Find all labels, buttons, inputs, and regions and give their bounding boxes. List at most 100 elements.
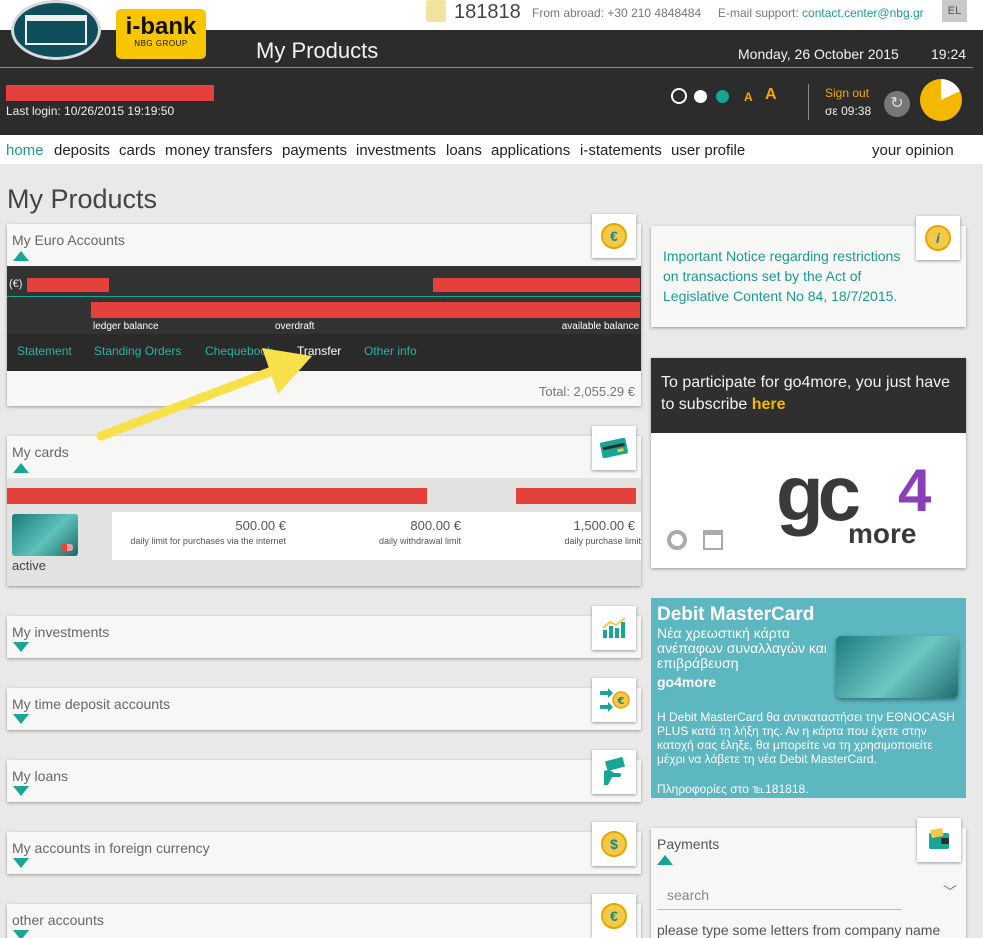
expand-caret-icon[interactable]: [13, 930, 29, 938]
overdraft-label: overdraft: [275, 321, 315, 332]
bank-building-icon: [25, 15, 87, 45]
calendar-icon[interactable]: [703, 530, 723, 550]
other-accounts-title[interactable]: other accounts: [12, 912, 104, 928]
standing-orders-link[interactable]: Standing Orders: [94, 344, 181, 358]
withdrawal-limit-value: 800.00 €: [410, 518, 461, 533]
refresh-session-icon[interactable]: ↻: [884, 91, 910, 117]
expand-caret-icon[interactable]: [13, 858, 29, 868]
theme-teal-option[interactable]: [716, 90, 729, 103]
promo-info: Πληροφορίες στο ℡181818.: [657, 782, 809, 796]
collapse-caret-icon[interactable]: [657, 855, 673, 865]
info-icon: i: [925, 225, 951, 251]
euro-coin-icon: €: [601, 903, 627, 929]
go4more-panel: To participate for go4more, you just hav…: [651, 358, 966, 568]
email-support: E-mail support: contact.center@nbg.gr: [718, 6, 924, 20]
support-phone: 181818: [454, 1, 521, 23]
go4more-logo-more: more: [848, 518, 917, 549]
nav-home[interactable]: home: [6, 142, 44, 159]
sign-out-link[interactable]: Sign out: [825, 86, 869, 100]
account-actions: Statement Standing Orders Chequebook Tra…: [7, 334, 641, 371]
nav-i-statements[interactable]: i-statements: [580, 142, 662, 159]
purchase-limit-label: daily purchase limit: [564, 536, 641, 546]
internet-limit-value: 500.00 €: [235, 518, 286, 533]
header-divider: [0, 67, 973, 68]
go4more-banner: To participate for go4more, you just hav…: [651, 358, 966, 433]
abroad-number: +30 210 4848484: [607, 6, 702, 20]
investments-panel[interactable]: My investments: [7, 616, 641, 658]
page-title: My Products: [256, 38, 379, 63]
nav-deposits[interactable]: deposits: [54, 142, 110, 159]
promo-subtitle: Νέα χρεωστική κάρτα ανέπαφων συναλλαγών …: [657, 625, 827, 671]
nav-cards[interactable]: cards: [119, 142, 156, 159]
withdrawal-limit-label: daily withdrawal limit: [378, 536, 461, 546]
cards-title[interactable]: My cards: [12, 444, 69, 460]
support-email-link[interactable]: contact.center@nbg.gr: [802, 6, 924, 20]
email-label: E-mail support:: [718, 6, 799, 20]
nav-money-transfers[interactable]: money transfers: [165, 142, 273, 159]
internet-limit-label: daily limit for purchases via the intern…: [130, 536, 286, 546]
foreign-currency-panel[interactable]: My accounts in foreign currency: [7, 832, 641, 874]
payments-title[interactable]: Payments: [657, 836, 719, 852]
collapse-caret-icon[interactable]: [13, 251, 29, 261]
abroad-label: From abroad:: [532, 6, 605, 20]
language-switch-button[interactable]: EL: [942, 0, 967, 22]
time-deposit-icon: €: [600, 688, 630, 712]
abroad-phone: From abroad: +30 210 4848484: [532, 6, 701, 20]
card-limits: 500.00 € daily limit for purchases via t…: [112, 512, 641, 560]
payments-hint: please type some letters from company na…: [657, 922, 941, 938]
promo-card-image: [836, 636, 958, 698]
time-deposit-panel[interactable]: My time deposit accounts: [7, 688, 641, 730]
chevron-down-icon[interactable]: ﹀: [943, 882, 957, 902]
expand-caret-icon[interactable]: [13, 786, 29, 796]
go4more-subscribe-link[interactable]: here: [752, 396, 786, 413]
available-balance-label: available balance: [561, 321, 639, 332]
collapse-caret-icon[interactable]: [13, 463, 29, 473]
theme-dark-option[interactable]: [671, 88, 687, 104]
redacted-account-name: [433, 278, 640, 292]
session-timer-pie: [920, 79, 962, 121]
card-image[interactable]: [12, 514, 78, 556]
investments-title[interactable]: My investments: [12, 624, 109, 640]
accounts-total: Total: 2,055.29 €: [538, 384, 635, 399]
nav-your-opinion[interactable]: your opinion: [872, 142, 954, 159]
loans-icon-box: [592, 750, 636, 794]
statement-link[interactable]: Statement: [17, 344, 72, 358]
theme-light-option[interactable]: [694, 90, 707, 103]
debit-mastercard-promo[interactable]: Debit MasterCard Νέα χρεωστική κάρτα ανέ…: [651, 598, 966, 798]
nav-applications[interactable]: applications: [491, 142, 570, 159]
nav-loans[interactable]: loans: [446, 142, 482, 159]
other-accounts-panel[interactable]: other accounts: [7, 904, 641, 938]
important-notice-link[interactable]: Important Notice regarding restrictions …: [663, 246, 913, 306]
nav-investments[interactable]: investments: [356, 142, 436, 159]
euro-accounts-title[interactable]: My Euro Accounts: [12, 232, 125, 248]
redacted-card-number[interactable]: [7, 488, 427, 504]
payments-search-input[interactable]: [657, 880, 902, 910]
promo-brand: go4more: [657, 674, 717, 690]
expand-caret-icon[interactable]: [13, 642, 29, 652]
chequebook-link[interactable]: Chequebook: [205, 344, 273, 358]
header-separator: [808, 84, 809, 120]
ibank-logo-subtext: NBG GROUP: [134, 39, 188, 48]
foreign-currency-title[interactable]: My accounts in foreign currency: [12, 840, 210, 856]
other-info-link[interactable]: Other info: [364, 344, 417, 358]
ibank-logo[interactable]: i-bank NBG GROUP: [116, 9, 206, 59]
loans-title[interactable]: My loans: [12, 768, 68, 784]
info-icon-box: i: [916, 216, 960, 260]
loans-panel[interactable]: My loans: [7, 760, 641, 802]
card-row: 500.00 € daily limit for purchases via t…: [7, 478, 641, 586]
redacted-balances: [91, 302, 640, 318]
font-size-small-button[interactable]: A: [744, 90, 753, 104]
nav-payments[interactable]: payments: [282, 142, 347, 159]
nbg-logo[interactable]: [11, 0, 101, 60]
redacted-account-number[interactable]: [27, 278, 109, 292]
nav-user-profile[interactable]: user profile: [671, 142, 745, 159]
transfer-link[interactable]: Transfer: [297, 344, 341, 358]
font-size-large-button[interactable]: A: [765, 86, 777, 104]
gear-icon[interactable]: [667, 530, 687, 550]
time-deposit-title[interactable]: My time deposit accounts: [12, 696, 170, 712]
expand-caret-icon[interactable]: [13, 714, 29, 724]
go4more-logo-main: gc: [776, 449, 861, 537]
go4more-logo[interactable]: gc 4 more: [776, 448, 961, 558]
last-login: Last login: 10/26/2015 19:19:50: [6, 104, 175, 118]
ledger-balance-label: ledger balance: [93, 321, 159, 332]
